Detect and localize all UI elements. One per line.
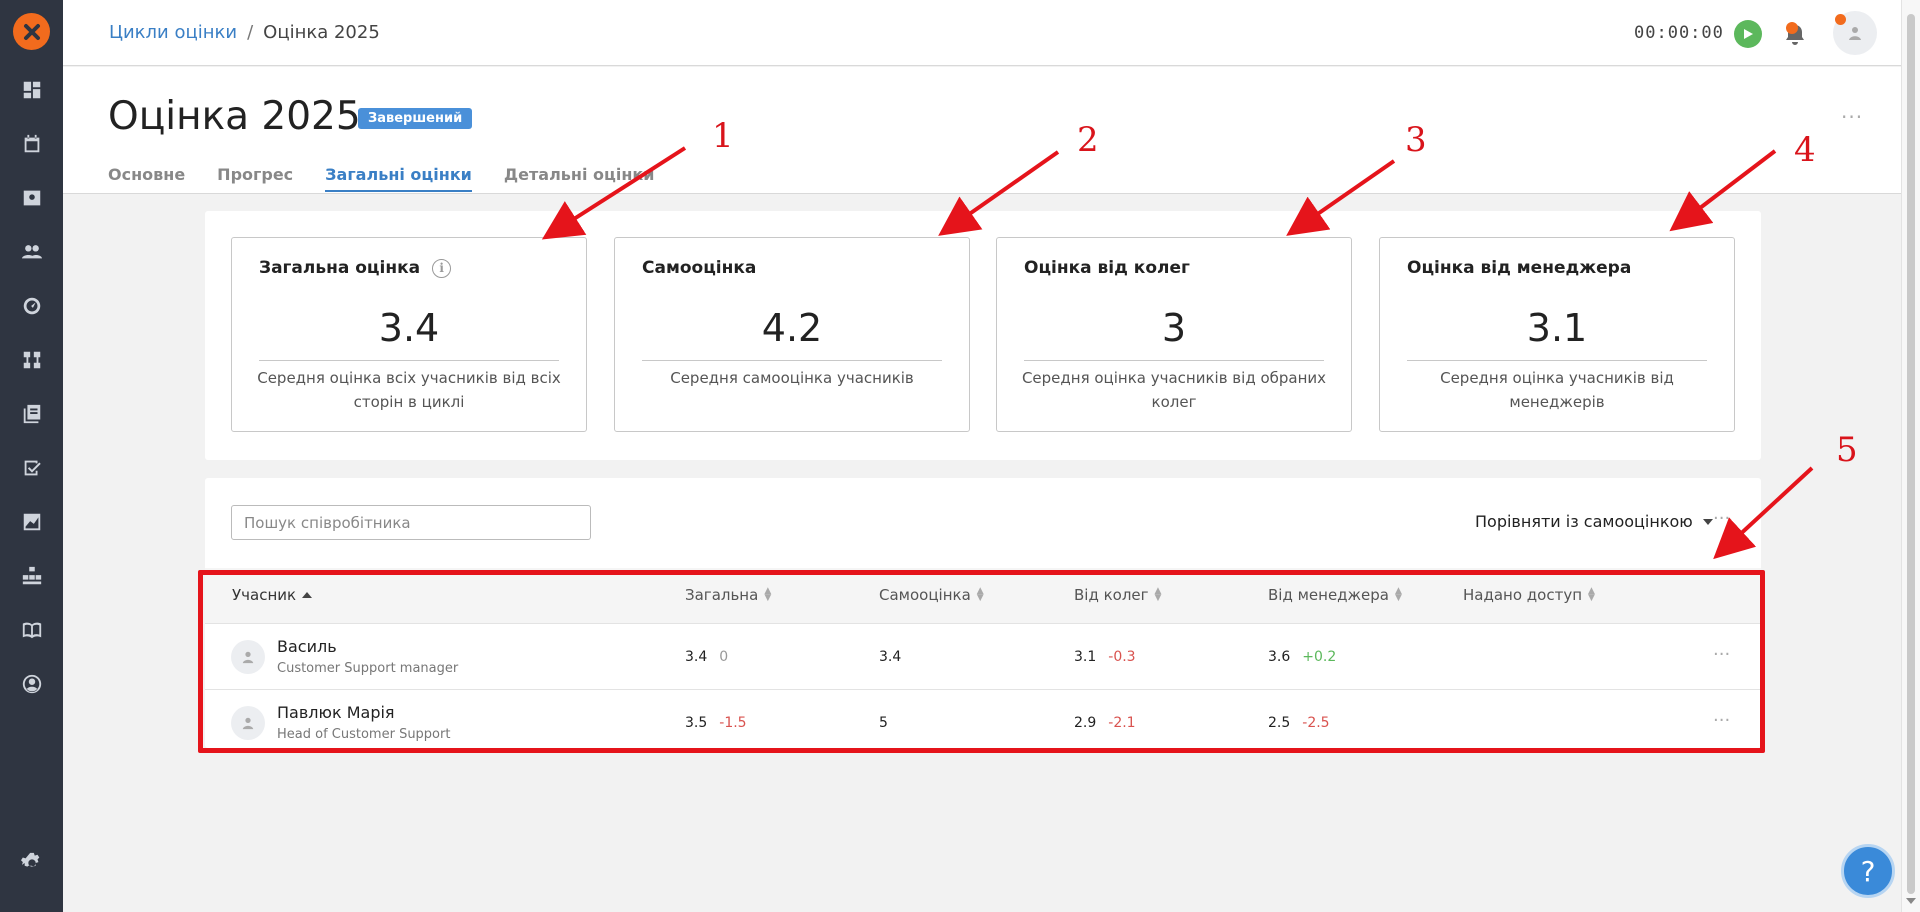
annotation-label-2: 2: [1077, 120, 1099, 160]
breadcrumb-link-cycles[interactable]: Цикли оцінки: [109, 22, 237, 43]
help-icon: ?: [1860, 854, 1876, 888]
card-description: Середня оцінка учасників від менеджерів: [1440, 369, 1674, 411]
sidebar: [0, 0, 63, 912]
card-description: Середня оцінка учасників від обраних кол…: [1021, 369, 1327, 411]
chart-icon[interactable]: [19, 509, 45, 535]
table-more-button[interactable]: ···: [1713, 508, 1730, 529]
x-logo-icon[interactable]: [13, 13, 50, 50]
bell-icon[interactable]: [1781, 20, 1809, 48]
card-manager-score: Оцінка від менеджера 3.1 Середня оцінка …: [1379, 237, 1735, 432]
org-blocks-icon[interactable]: [19, 563, 45, 589]
annotation-highlight-box: [198, 570, 1765, 753]
scrollbar[interactable]: [1901, 0, 1920, 912]
contact-card-icon[interactable]: [19, 185, 45, 211]
card-value: 3: [1024, 306, 1324, 361]
search-employee-input[interactable]: [231, 505, 591, 540]
checklist-icon[interactable]: [19, 455, 45, 481]
library-icon[interactable]: [19, 401, 45, 427]
people-icon[interactable]: [19, 239, 45, 265]
annotation-label-3: 3: [1405, 120, 1427, 160]
card-title: Оцінка від колег: [1024, 258, 1190, 278]
scrollbar-thumb[interactable]: [1907, 14, 1915, 894]
card-self-assessment: Самооцінка 4.2 Середня самооцінка учасни…: [614, 237, 970, 432]
compare-dropdown-label: Порівняти із самооцінкою: [1475, 512, 1693, 531]
compare-dropdown[interactable]: Порівняти із самооцінкою: [1475, 512, 1713, 531]
calendar-icon[interactable]: [19, 131, 45, 157]
card-overall-score: Загальна оцінка i 3.4 Середня оцінка всіх…: [231, 237, 587, 432]
annotation-label-4: 4: [1794, 130, 1816, 170]
breadcrumb-separator: /: [247, 22, 254, 43]
card-title: Оцінка від менеджера: [1407, 258, 1632, 278]
page-header: Оцінка 2025 Завершений ··· Основне Прогр…: [63, 67, 1901, 194]
scroll-down-icon[interactable]: [1906, 898, 1916, 904]
card-value: 3.4: [259, 306, 559, 361]
card-title: Самооцінка: [642, 258, 757, 278]
annotation-label-5: 5: [1836, 430, 1858, 470]
header-more-button[interactable]: ···: [1841, 105, 1863, 129]
tab-detailed-scores[interactable]: Детальні оцінки: [504, 165, 655, 192]
page-title: Оцінка 2025: [108, 94, 361, 139]
timer-display: 00:00:00: [1634, 23, 1724, 43]
top-bar: Цикли оцінки / Оцінка 2025 00:00:00: [63, 0, 1901, 66]
play-icon[interactable]: [1734, 20, 1762, 48]
tab-overall-scores[interactable]: Загальні оцінки: [325, 165, 472, 192]
card-description: Середня оцінка всіх учасників від всіх с…: [257, 369, 561, 411]
annotation-label-1: 1: [712, 116, 734, 156]
info-icon[interactable]: i: [432, 258, 452, 278]
breadcrumb-current: Оцінка 2025: [263, 22, 380, 43]
summary-panel: Загальна оцінка i 3.4 Середня оцінка всіх…: [205, 211, 1761, 460]
book-icon[interactable]: [19, 617, 45, 643]
card-description: Середня самооцінка учасників: [670, 369, 914, 387]
chevron-down-icon: [1702, 518, 1713, 525]
card-value: 3.1: [1407, 306, 1707, 361]
breadcrumb: Цикли оцінки / Оцінка 2025: [109, 22, 380, 43]
tab-progress[interactable]: Прогрес: [217, 165, 293, 192]
gauge-icon[interactable]: [19, 293, 45, 319]
tab-bar: Основне Прогрес Загальні оцінки Детальні…: [108, 165, 686, 192]
hierarchy-icon[interactable]: [19, 347, 45, 373]
gear-icon[interactable]: [19, 850, 45, 876]
help-button[interactable]: ?: [1841, 844, 1895, 898]
dashboard-icon[interactable]: [19, 77, 45, 103]
card-value: 4.2: [642, 306, 942, 361]
card-title: Загальна оцінка: [259, 258, 421, 278]
tab-main[interactable]: Основне: [108, 165, 185, 192]
user-circle-icon[interactable]: [19, 671, 45, 697]
notification-dot: [1786, 22, 1798, 34]
status-badge: Завершений: [358, 108, 473, 129]
card-peer-score: Оцінка від колег 3 Середня оцінка учасни…: [996, 237, 1352, 432]
avatar-status-dot: [1835, 14, 1846, 25]
